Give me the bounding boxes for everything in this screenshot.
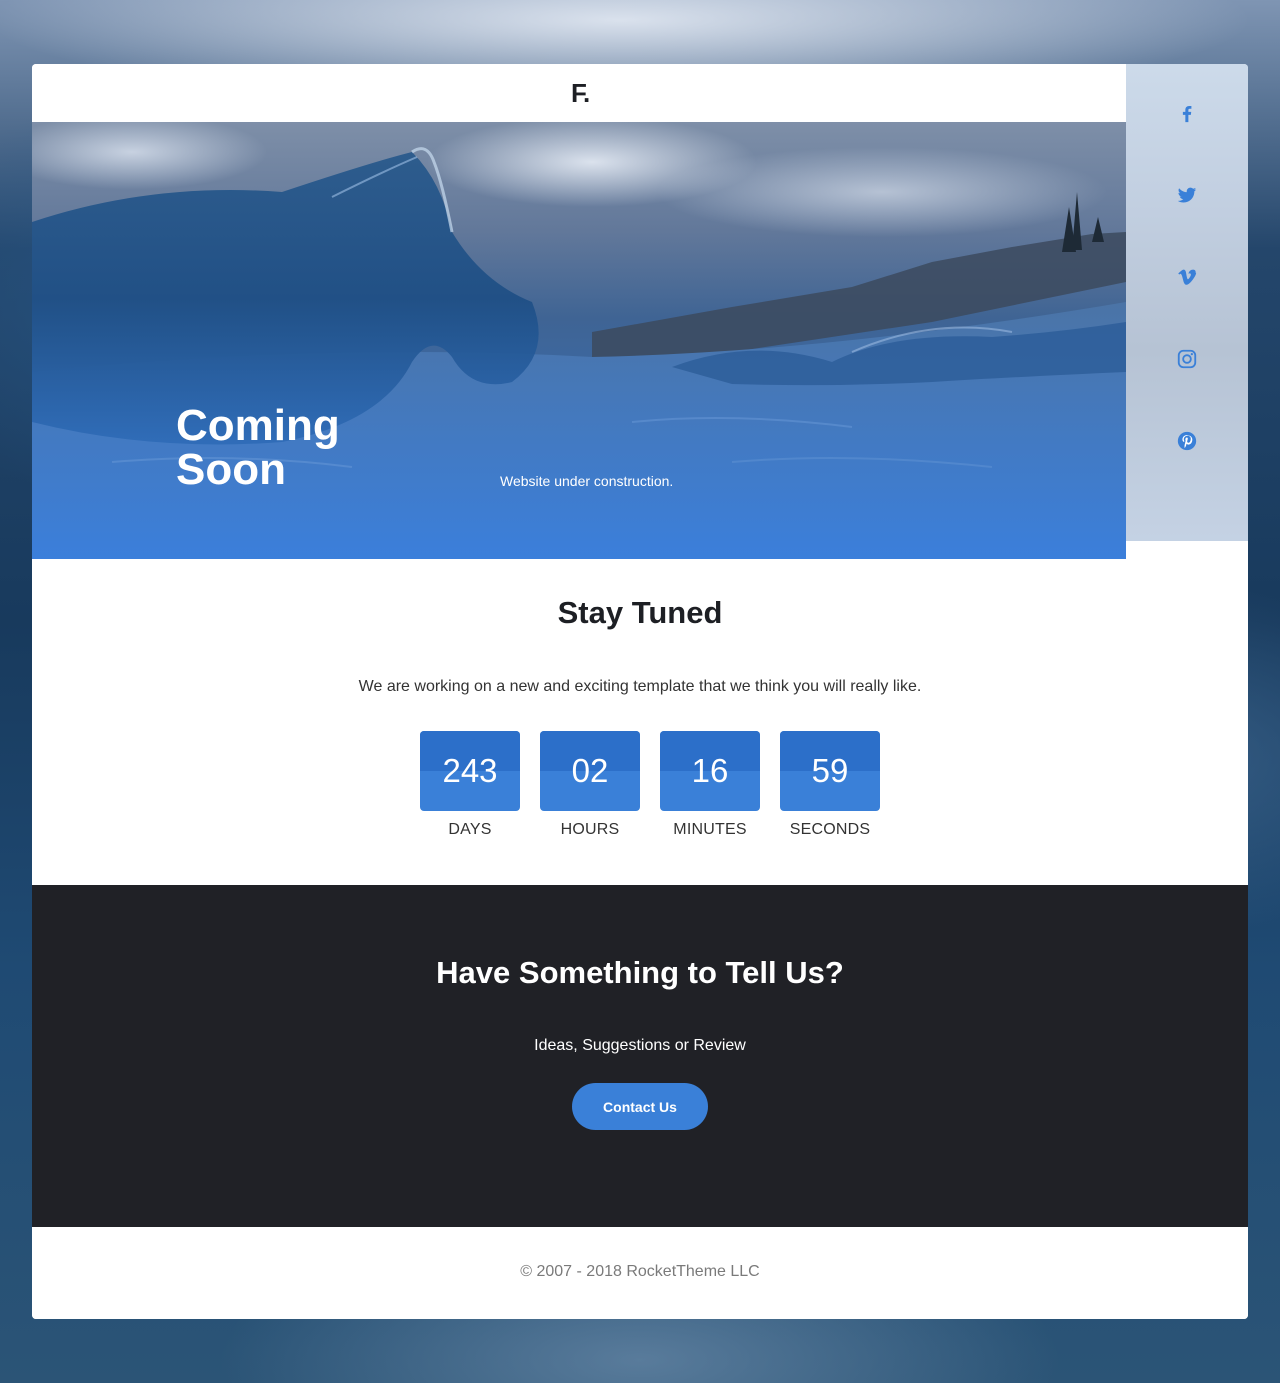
- countdown-box: 02: [540, 731, 640, 811]
- stay-tuned-section: Stay Tuned We are working on a new and e…: [32, 559, 1248, 885]
- page-frame: F. Coming Soon Website under constructio…: [32, 64, 1248, 1319]
- site-footer: © 2007 - 2018 RocketTheme LLC: [32, 1227, 1248, 1319]
- countdown-hours-label: HOURS: [560, 821, 620, 838]
- countdown-timer: 243 DAYS 02 HOURS 16 MINUTES 59 SECONDS: [420, 731, 880, 851]
- countdown-seconds: 59 SECONDS: [780, 731, 880, 839]
- countdown-seconds-value: 59: [811, 752, 849, 789]
- logo-dot: .: [583, 78, 590, 108]
- logo-letter: F: [571, 78, 584, 108]
- site-logo[interactable]: F.: [571, 78, 590, 109]
- countdown-minutes-label: MINUTES: [673, 821, 747, 838]
- countdown-days: 243 DAYS: [420, 731, 520, 839]
- countdown-hours: 02 HOURS: [540, 731, 640, 839]
- facebook-icon[interactable]: [1175, 101, 1199, 125]
- countdown-days-label: DAYS: [448, 821, 492, 838]
- countdown-hours-value: 02: [571, 752, 609, 789]
- vimeo-icon[interactable]: [1175, 265, 1199, 289]
- countdown-minutes-value: 16: [691, 752, 729, 789]
- countdown-box: 16: [660, 731, 760, 811]
- social-sidebar: [1126, 64, 1248, 541]
- countdown-box: 59: [780, 731, 880, 811]
- contact-us-button[interactable]: Contact Us: [572, 1083, 708, 1130]
- copyright-text: © 2007 - 2018 RocketTheme LLC: [520, 1263, 760, 1280]
- hero-subtitle: Website under construction.: [500, 473, 674, 489]
- contact-subtitle: Ideas, Suggestions or Review: [534, 1037, 746, 1054]
- countdown-days-value: 243: [442, 752, 498, 789]
- countdown-minutes: 16 MINUTES: [660, 731, 760, 839]
- countdown-seconds-label: SECONDS: [789, 821, 871, 838]
- stay-tuned-text: We are working on a new and exciting tem…: [358, 678, 922, 695]
- contact-section: Have Something to Tell Us? Ideas, Sugges…: [32, 885, 1248, 1227]
- countdown-box: 243: [420, 731, 520, 811]
- instagram-icon[interactable]: [1175, 347, 1199, 371]
- pinterest-icon[interactable]: [1175, 429, 1199, 453]
- twitter-icon[interactable]: [1175, 183, 1199, 207]
- contact-title: Have Something to Tell Us?: [436, 955, 844, 990]
- site-header: F.: [32, 64, 1126, 122]
- hero-banner: Coming Soon Website under construction.: [32, 122, 1126, 559]
- hero-title: Coming Soon: [176, 401, 340, 494]
- stay-tuned-title: Stay Tuned: [557, 595, 723, 630]
